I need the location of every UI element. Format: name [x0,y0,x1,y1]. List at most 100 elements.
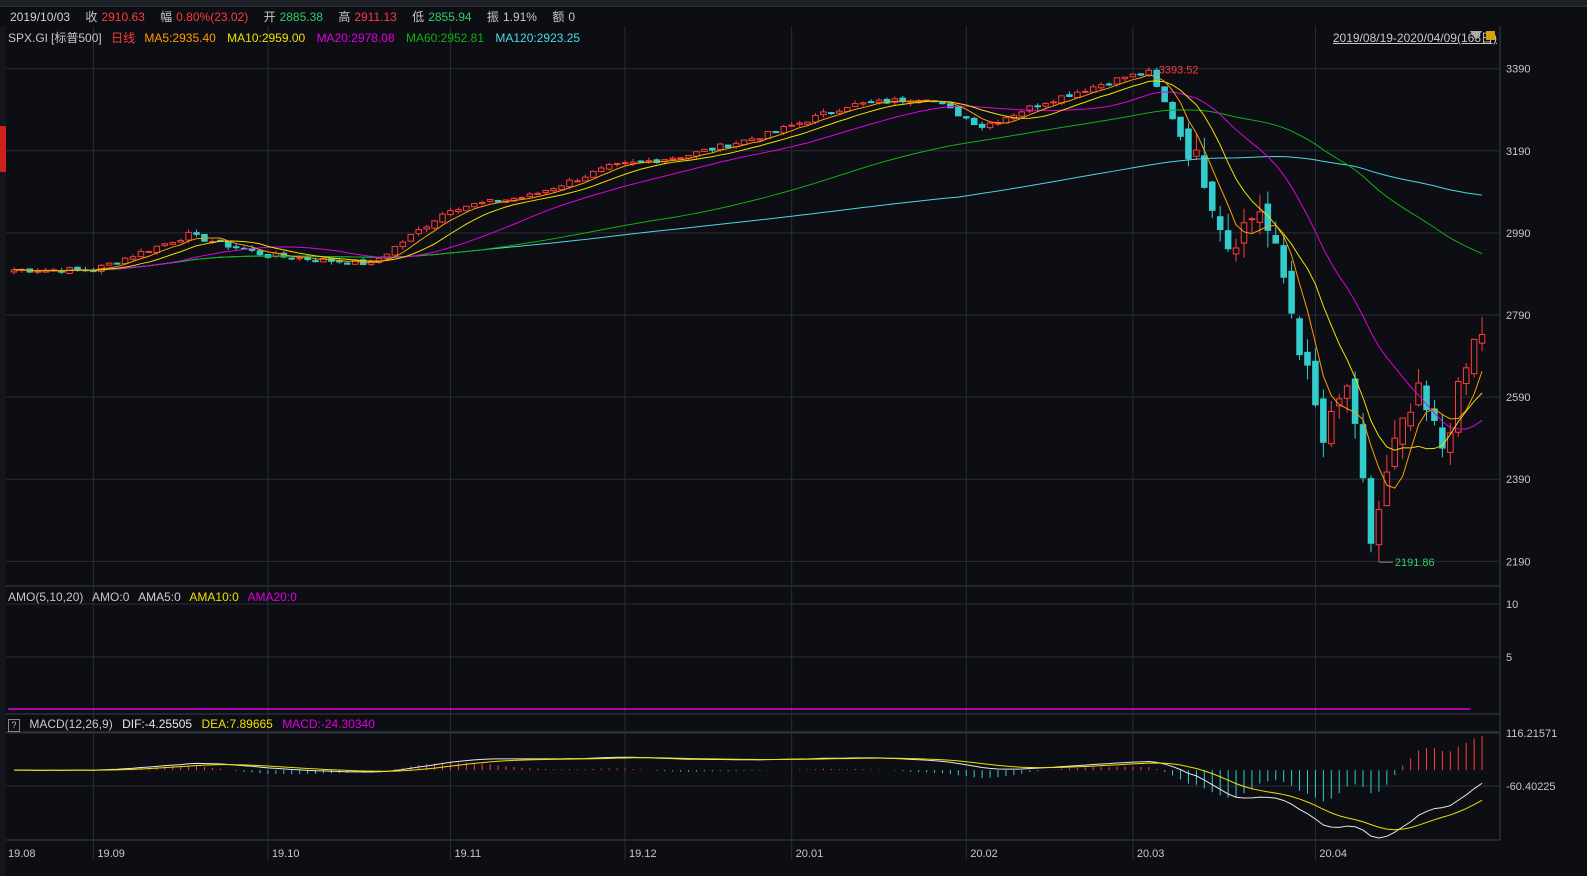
candle-body [518,197,526,200]
candle-body [812,114,819,123]
x-tick-label: 19.09 [97,848,125,860]
candle-body [1447,432,1454,453]
candle-body [1312,360,1319,406]
candle-body [1193,149,1200,157]
candle-body [1399,417,1406,445]
high-annotation: 3393.52 [1159,64,1199,76]
candle-body [1224,230,1232,250]
candle-body [439,213,446,223]
candle-body [407,233,415,242]
candle-body [185,231,192,241]
candle-body [1018,111,1026,117]
macd-label: MACD(12,26,9) [29,717,113,731]
candle-body [542,190,549,194]
candle-body [621,162,629,165]
candle-body [193,232,200,235]
candle-body [1351,378,1359,424]
candle-body [1248,218,1256,221]
candle-body [582,176,589,182]
x-tick-label: 19.11 [454,848,481,860]
candle-body [574,180,581,183]
candle-body [486,198,494,202]
period-label[interactable]: 日线 [111,31,135,45]
lock-icon[interactable] [1486,31,1495,40]
symbol: SPX.GI [8,31,49,45]
candle-body [1042,102,1049,107]
candle-body [288,257,296,260]
x-tick-label: 20.01 [796,848,824,860]
candle-body [256,250,264,256]
candle-body [1478,334,1486,344]
candle-body [137,250,145,258]
candle-body [1320,398,1327,443]
candle-body [1359,424,1367,479]
ama20-value: AMA20:0 [247,590,297,604]
candle-body [875,99,883,104]
candle-body [34,270,42,273]
price-tick-label: 3390 [1506,64,1530,76]
candle-body [455,209,462,212]
candle-body [724,144,732,148]
range-dropdown-icon[interactable] [1470,31,1482,40]
candle-body [970,117,978,126]
candle-body [709,147,716,151]
dif-value: DIF:-4.25505 [122,717,193,731]
candle-body [1462,367,1470,385]
candle-body [296,257,303,260]
candle-body [177,239,184,243]
candle-body [756,138,764,141]
candle-body [423,226,430,230]
candle-body [1296,318,1303,356]
candle-body [105,262,113,266]
candle-body [169,242,176,245]
candle-body [740,139,748,146]
candle-body [772,131,780,134]
candle-body [701,148,708,152]
price-tick-label: 2790 [1506,310,1530,322]
x-tick-label: 19.12 [629,848,657,860]
candle-body [121,257,129,265]
candle-body [605,163,613,170]
candle-body [1082,90,1089,93]
candle-body [74,266,81,270]
candle-body [1256,211,1264,223]
candle-body [1201,155,1208,188]
dea-line [13,757,1483,831]
amo-value: AMO:0 [92,590,130,604]
candle-body [463,205,470,212]
candle-body [1066,94,1073,97]
macd-tick-label: -60.40225 [1506,781,1556,793]
ma5-legend: MA5:2935.40 [144,31,216,45]
candle-body [1383,471,1391,507]
macd-value: MACD:-24.30340 [282,717,375,731]
ma20-line [13,91,1483,430]
candle-body [867,101,875,104]
candle-body [399,241,407,248]
candle-body [1391,437,1399,468]
candle-body [716,143,724,151]
ma-legend: SPX.GI [标普500] 日线 MA5:2935.40 MA10:2959.0… [8,29,588,46]
ma20-legend: MA20:2978.08 [316,31,395,45]
stock-chart[interactable]: 19.08 19.09 19.10 19.11 19.12 20.01 20.02 20.03… [0,0,1587,876]
candle-body [1113,77,1121,85]
candle-body [597,167,605,173]
candle-body [804,121,811,125]
candle-body [1280,245,1287,278]
candle-body [1240,222,1248,244]
macd-tick-label: 116.21571 [1506,728,1557,740]
candle-body [780,125,788,134]
ama5-value: AMA5:0 [138,590,181,604]
candle-body [415,229,422,235]
ma10-line [13,80,1483,451]
candle-body [534,192,542,195]
x-tick-label: 19.08 [8,848,36,860]
candle-body [1375,508,1383,546]
amo-tick-label: 5 [1506,652,1512,664]
candle-body [796,122,803,125]
candle-body [978,123,986,128]
candle-body [447,210,454,216]
candle-body [859,102,867,105]
candle-body [1407,411,1414,427]
help-icon[interactable]: ? [8,719,20,732]
amo-label: AMO(5,10,20) [8,590,84,604]
